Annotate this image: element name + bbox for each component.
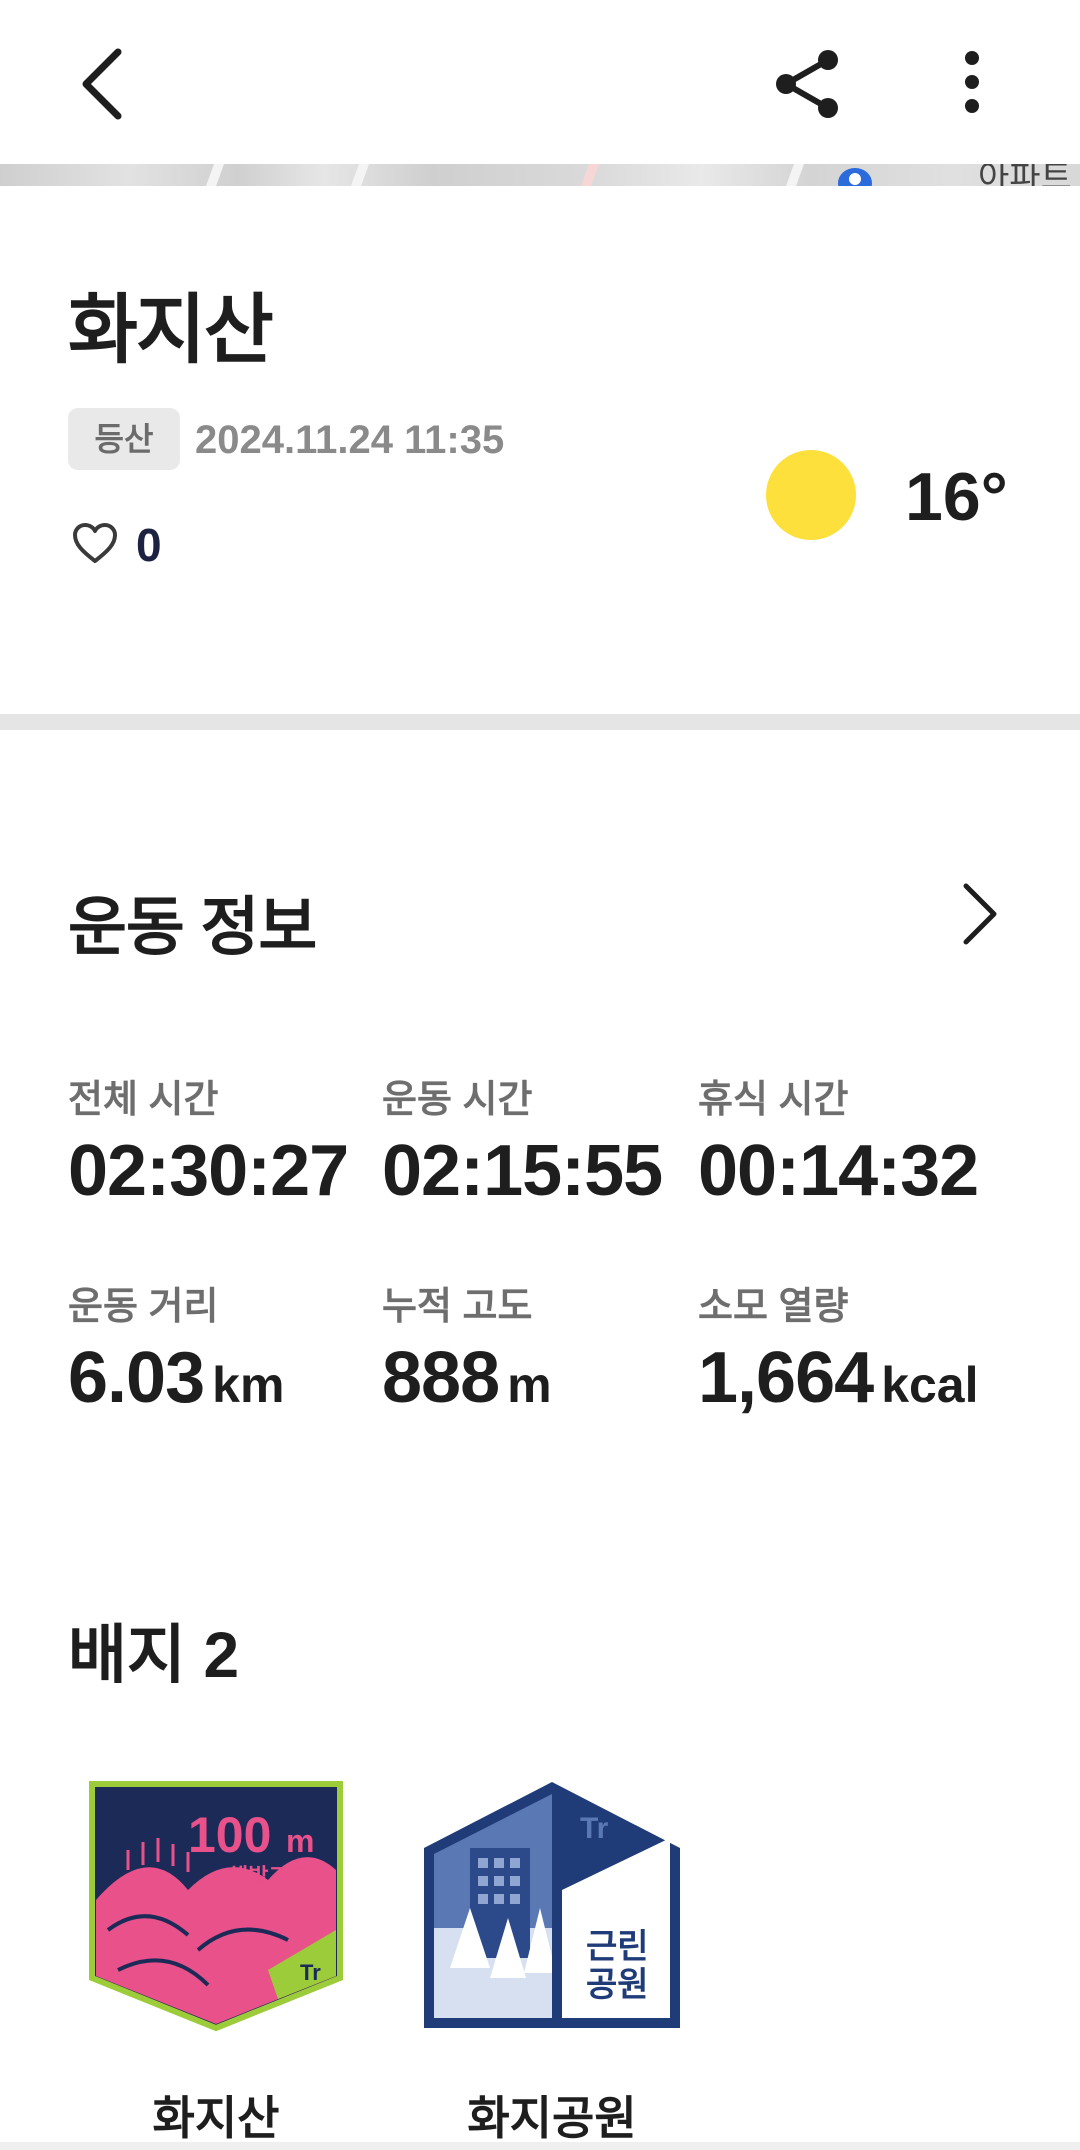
badge-park-line2: 공원 (586, 1966, 649, 2004)
stat-total-time: 전체 시간 02:30:27 (68, 1068, 349, 1211)
map-road (785, 164, 805, 186)
stat-label: 휴식 시간 (698, 1079, 849, 1121)
stat-label: 전체 시간 (68, 1079, 219, 1121)
chevron-right-icon (963, 883, 997, 945)
badge-park[interactable]: Tr 근린 공원 (420, 1778, 684, 2032)
section-divider (0, 714, 1080, 730)
stat-label: 누적 고도 (382, 1286, 533, 1328)
map-road (350, 164, 370, 186)
top-app-bar (0, 0, 1080, 164)
map-road (205, 164, 225, 186)
stat-rest-time: 휴식 시간 00:14:32 (698, 1068, 979, 1211)
exercise-detail-button[interactable] (958, 880, 1002, 948)
stat-label: 운동 시간 (382, 1079, 533, 1121)
badge-name: 화지공원 (467, 2092, 637, 2144)
temperature: 16° (905, 459, 1008, 535)
badge-park-line1: 근린 (586, 1928, 649, 1966)
park-badge-icon: Tr 근린 공원 (424, 1782, 680, 2028)
stat-unit: kcal (881, 1357, 979, 1413)
stat-elevation-gain: 누적 고도 888 m (382, 1275, 552, 1414)
stat-value: 888 m (382, 1338, 552, 1418)
stat-distance: 운동 거리 6.03 km (68, 1275, 284, 1414)
exercise-section-title: 운동 정보 (68, 891, 317, 963)
stat-label: 소모 열량 (698, 1286, 849, 1328)
sun-icon (766, 450, 856, 540)
badge-logo: Tr (580, 1812, 609, 1845)
bottom-edge (0, 2142, 1080, 2150)
map-pin-icon (838, 168, 872, 186)
badge-altitude-unit: m (286, 1823, 314, 1859)
like-count: 0 (136, 519, 162, 571)
stat-moving-time: 운동 시간 02:15:55 (382, 1068, 663, 1211)
stat-value: 6.03 km (68, 1338, 285, 1418)
map-road (580, 164, 600, 186)
chevron-left-icon (82, 48, 122, 120)
record-title: 화지산 (68, 288, 274, 373)
badges-section-title: 배지 2 (68, 1619, 240, 1691)
badge-logo: Tr (300, 1960, 321, 1985)
badge-altitude-caption: 해발고도 (228, 1864, 309, 1889)
stat-unit: km (212, 1357, 285, 1413)
altitude-badge-icon: 100 m 해발고도 Tr (89, 1781, 343, 2032)
record-datetime: 2024.11.24 11:35 (195, 418, 505, 462)
map-preview[interactable]: 아파트 (0, 164, 1080, 186)
stat-unit: m (507, 1357, 552, 1413)
stat-label: 운동 거리 (68, 1286, 219, 1328)
activity-tag: 등산 (68, 408, 180, 470)
more-options-button[interactable] (950, 48, 994, 120)
back-button[interactable] (72, 44, 132, 124)
stat-calories: 소모 열량 1,664 kcal (698, 1275, 979, 1414)
map-label: 아파트 (978, 164, 1072, 186)
stat-value: 02:15:55 (382, 1131, 663, 1211)
share-button[interactable] (772, 48, 842, 120)
stat-value: 1,664 kcal (698, 1338, 979, 1418)
badge-altitude-value: 100 (188, 1807, 271, 1863)
badge-altitude[interactable]: 100 m 해발고도 Tr (88, 1780, 344, 2032)
badge-name: 화지산 (152, 2092, 280, 2144)
heart-icon[interactable] (72, 522, 118, 564)
share-icon (776, 50, 838, 118)
more-vertical-icon (965, 51, 979, 113)
stat-value: 02:30:27 (68, 1131, 349, 1211)
stat-value: 00:14:32 (698, 1131, 979, 1211)
